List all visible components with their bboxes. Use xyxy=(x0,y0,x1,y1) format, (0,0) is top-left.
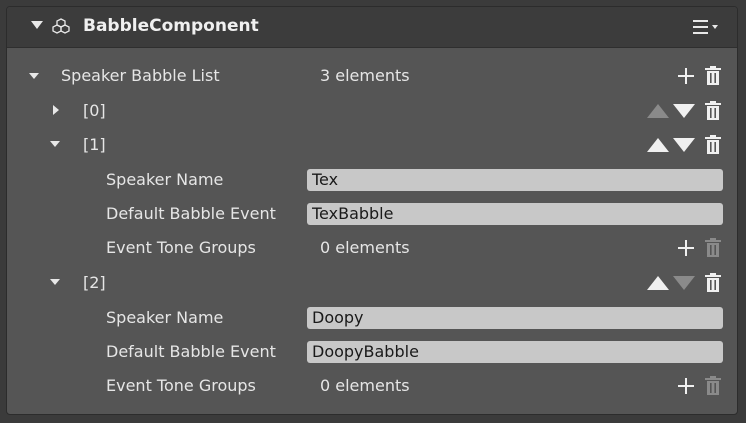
item-1-index: [1] xyxy=(83,135,106,154)
item-2-index: [2] xyxy=(83,273,106,292)
add-element-icon[interactable] xyxy=(677,67,695,85)
delete-item-0-icon[interactable] xyxy=(704,101,722,121)
delete-item-1-icon[interactable] xyxy=(704,135,722,155)
event-tone-groups-label: Event Tone Groups xyxy=(106,376,256,395)
list-item-2: [2] xyxy=(7,266,737,300)
delete-tone-groups-icon xyxy=(704,238,722,258)
delete-list-icon[interactable] xyxy=(704,66,722,86)
event-tone-groups-label: Event Tone Groups xyxy=(106,238,256,257)
delete-item-2-icon[interactable] xyxy=(704,273,722,293)
speaker-babble-list-row: Speaker Babble List 3 elements xyxy=(7,59,737,93)
move-down-icon xyxy=(673,276,695,290)
item-1-default-event-row: Default Babble Event xyxy=(7,197,737,231)
move-down-icon[interactable] xyxy=(673,138,695,152)
default-babble-event-label: Default Babble Event xyxy=(106,342,276,361)
speaker-name-label: Speaker Name xyxy=(106,170,224,189)
default-babble-event-input[interactable] xyxy=(307,341,723,363)
event-tone-groups-count: 0 elements xyxy=(320,376,410,395)
item-2-default-event-row: Default Babble Event xyxy=(7,335,737,369)
default-babble-event-label: Default Babble Event xyxy=(106,204,276,223)
default-babble-event-input[interactable] xyxy=(307,203,723,225)
speaker-name-input[interactable] xyxy=(307,169,723,191)
item-2-speaker-name-row: Speaker Name xyxy=(7,301,737,335)
move-up-icon[interactable] xyxy=(647,276,669,290)
collapse-item-2-icon[interactable] xyxy=(50,279,60,285)
component-panel: BabbleComponent Speaker Babble List 3 el… xyxy=(6,6,738,415)
collapse-item-1-icon[interactable] xyxy=(50,141,60,147)
speaker-babble-list-count: 3 elements xyxy=(320,66,410,85)
expand-item-0-icon[interactable] xyxy=(53,105,59,115)
item-1-tone-groups-row: Event Tone Groups 0 elements xyxy=(7,231,737,265)
delete-tone-groups-icon xyxy=(704,376,722,396)
event-tone-groups-count: 0 elements xyxy=(320,238,410,257)
component-title: BabbleComponent xyxy=(83,16,259,36)
speaker-name-label: Speaker Name xyxy=(106,308,224,327)
item-2-tone-groups-row: Event Tone Groups 0 elements xyxy=(7,369,737,403)
component-header[interactable]: BabbleComponent xyxy=(7,7,737,48)
component-menu-icon[interactable] xyxy=(693,18,723,36)
component-cubes-icon xyxy=(51,17,71,37)
speaker-babble-list-label: Speaker Babble List xyxy=(61,66,220,85)
collapse-chevron-icon[interactable] xyxy=(31,21,43,29)
item-0-index: [0] xyxy=(83,101,106,120)
add-tone-group-icon[interactable] xyxy=(677,239,695,257)
move-up-icon[interactable] xyxy=(647,138,669,152)
item-1-speaker-name-row: Speaker Name xyxy=(7,163,737,197)
expand-list-icon[interactable] xyxy=(29,73,39,79)
speaker-name-input[interactable] xyxy=(307,307,723,329)
move-up-icon xyxy=(647,104,669,118)
add-tone-group-icon[interactable] xyxy=(677,377,695,395)
list-item-1: [1] xyxy=(7,128,737,162)
list-item-0: [0] xyxy=(7,94,737,128)
move-down-icon[interactable] xyxy=(673,104,695,118)
